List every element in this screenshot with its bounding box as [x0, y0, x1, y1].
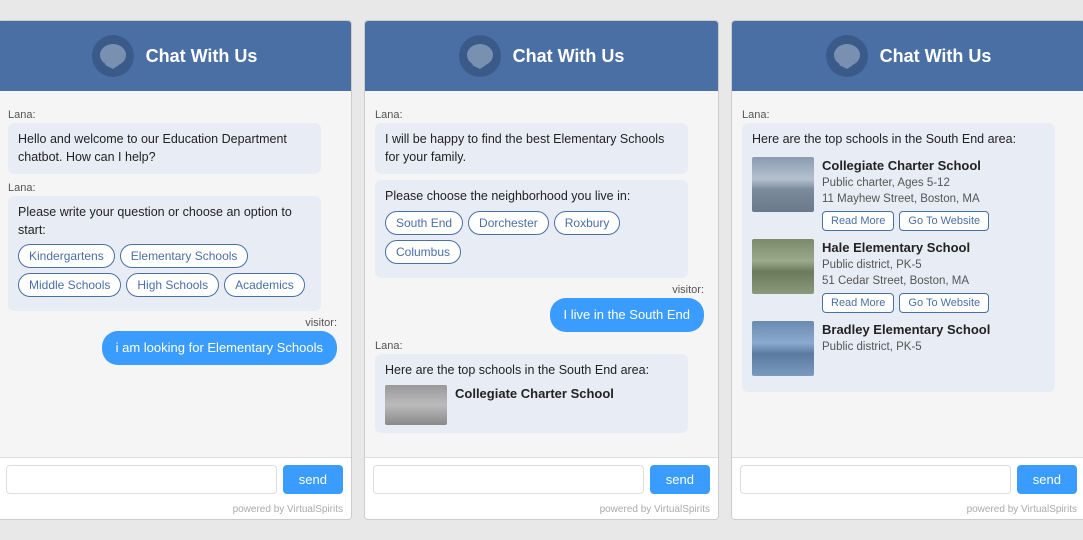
school-name-2: Hale Elementary School: [822, 239, 1045, 257]
option-roxbury[interactable]: Roxbury: [554, 211, 621, 235]
visitor-label-1: visitor:: [305, 317, 337, 329]
lana-label-2b: Lana:: [375, 340, 704, 352]
bot-bubble-3: Here are the top schools in the South En…: [742, 123, 1055, 392]
chat-panel-2: Chat With Us Lana: I will be happy to fi…: [364, 20, 719, 520]
user-bubble-1: i am looking for Elementary Schools: [102, 331, 337, 365]
options-row-1: Kindergartens Elementary Schools Middle …: [18, 244, 311, 297]
school-img-2: [752, 239, 814, 294]
bot-bubble-1b: Please write your question or choose an …: [8, 196, 321, 311]
preview-school-name: Collegiate Charter School: [455, 385, 678, 403]
chat-footer-1: send: [0, 457, 351, 501]
chat-panel-1: Chat With Us Lana: Hello and welcome to …: [0, 20, 352, 520]
school-img-1: [752, 157, 814, 212]
school-type-2: Public district, PK-5: [822, 257, 1045, 273]
send-button-1[interactable]: send: [283, 465, 343, 494]
option-high[interactable]: High Schools: [126, 273, 219, 297]
powered-by-2: powered by VirtualSpirits: [365, 501, 718, 519]
option-kindergartens[interactable]: Kindergartens: [18, 244, 115, 268]
chat-icon-1: [92, 35, 134, 77]
chat-footer-2: send: [365, 457, 718, 501]
chat-input-2[interactable]: [373, 465, 644, 494]
lana-label-3: Lana:: [742, 109, 1071, 121]
chat-title-3: Chat With Us: [880, 46, 992, 67]
go-to-website-btn-1[interactable]: Go To Website: [899, 211, 989, 231]
user-message-row-2: visitor: I live in the South End: [375, 284, 704, 332]
school-address-2: 51 Cedar Street, Boston, MA: [822, 273, 1045, 289]
school-name-3: Bradley Elementary School: [822, 321, 1045, 339]
send-button-3[interactable]: send: [1017, 465, 1077, 494]
user-message-row-1: visitor: i am looking for Elementary Sch…: [8, 317, 337, 365]
school-name-1: Collegiate Charter School: [822, 157, 1045, 175]
school-img-3: [752, 321, 814, 376]
chat-icon-2: [459, 35, 501, 77]
school-card-2: Hale Elementary School Public district, …: [752, 239, 1045, 313]
school-info-2: Hale Elementary School Public district, …: [822, 239, 1045, 313]
powered-by-1: powered by VirtualSpirits: [0, 501, 351, 519]
neighborhood-options: South End Dorchester Roxbury Columbus: [385, 211, 678, 264]
schools-list: Collegiate Charter School Public charter…: [752, 157, 1045, 377]
option-dorchester[interactable]: Dorchester: [468, 211, 549, 235]
option-academics[interactable]: Academics: [224, 273, 305, 297]
school-btns-2: Read More Go To Website: [822, 293, 1045, 313]
school-card-3: Bradley Elementary School Public distric…: [752, 321, 1045, 376]
option-columbus[interactable]: Columbus: [385, 240, 461, 264]
send-button-2[interactable]: send: [650, 465, 710, 494]
school-info-1: Collegiate Charter School Public charter…: [822, 157, 1045, 231]
chat-header-1: Chat With Us: [0, 21, 351, 91]
option-elementary[interactable]: Elementary Schools: [120, 244, 249, 268]
lana-label-1a: Lana:: [8, 109, 337, 121]
chat-input-3[interactable]: [740, 465, 1011, 494]
school-card-1: Collegiate Charter School Public charter…: [752, 157, 1045, 231]
bot-bubble-2b: Please choose the neighborhood you live …: [375, 180, 688, 278]
chat-input-1[interactable]: [6, 465, 277, 494]
bot-bubble-1a: Hello and welcome to our Education Depar…: [8, 123, 321, 174]
user-bubble-2: I live in the South End: [550, 298, 704, 332]
school-info-3: Bradley Elementary School Public distric…: [822, 321, 1045, 355]
lana-label-2a: Lana:: [375, 109, 704, 121]
go-to-website-btn-2[interactable]: Go To Website: [899, 293, 989, 313]
option-south-end[interactable]: South End: [385, 211, 463, 235]
school-btns-1: Read More Go To Website: [822, 211, 1045, 231]
chat-body-1[interactable]: Lana: Hello and welcome to our Education…: [0, 91, 351, 457]
bot-bubble-2a: I will be happy to find the best Element…: [375, 123, 688, 174]
visitor-label-2: visitor:: [672, 284, 704, 296]
chat-body-3[interactable]: Lana: Here are the top schools in the So…: [732, 91, 1083, 457]
school-address-1: 11 Mayhew Street, Boston, MA: [822, 191, 1045, 207]
chat-body-2[interactable]: Lana: I will be happy to find the best E…: [365, 91, 718, 457]
lana-label-1b: Lana:: [8, 182, 337, 194]
chat-header-2: Chat With Us: [365, 21, 718, 91]
chat-title-2: Chat With Us: [513, 46, 625, 67]
powered-by-3: powered by VirtualSpirits: [732, 501, 1083, 519]
chat-icon-3: [826, 35, 868, 77]
chat-title-1: Chat With Us: [146, 46, 258, 67]
school-type-3: Public district, PK-5: [822, 339, 1045, 355]
read-more-btn-2[interactable]: Read More: [822, 293, 894, 313]
school-type-1: Public charter, Ages 5-12: [822, 175, 1045, 191]
option-middle[interactable]: Middle Schools: [18, 273, 121, 297]
read-more-btn-1[interactable]: Read More: [822, 211, 894, 231]
chat-panel-3: Chat With Us Lana: Here are the top scho…: [731, 20, 1083, 520]
bot-bubble-2c: Here are the top schools in the South En…: [375, 354, 688, 434]
chat-header-3: Chat With Us: [732, 21, 1083, 91]
chat-footer-3: send: [732, 457, 1083, 501]
